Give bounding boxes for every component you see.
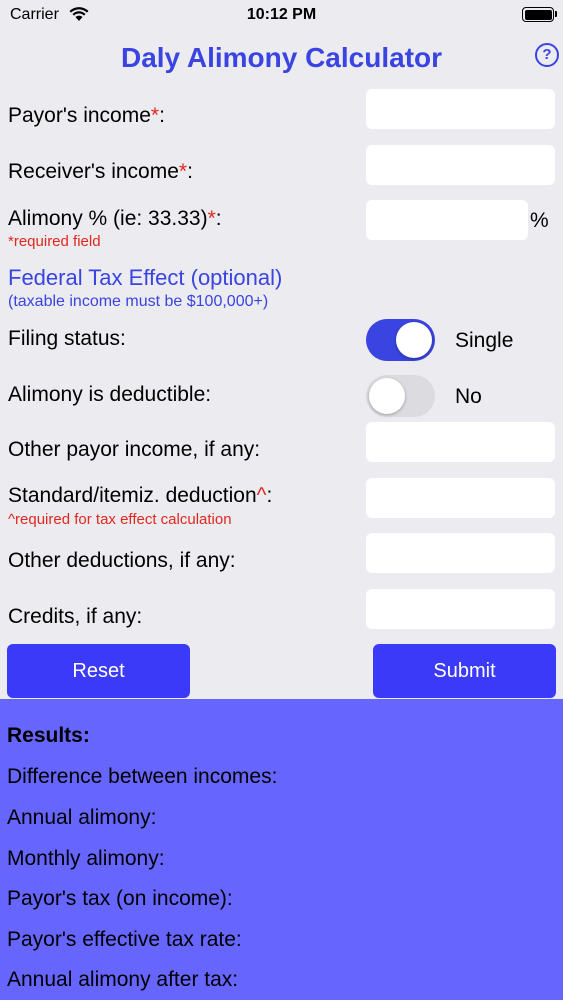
- alimony-deductible-value: No: [455, 385, 482, 408]
- tax-required-note: ^required for tax effect calculation: [8, 511, 232, 528]
- filing-status-value: Single: [455, 329, 514, 352]
- status-bar: Carrier 10:12 PM: [0, 0, 563, 30]
- submit-button[interactable]: Submit: [373, 644, 556, 698]
- result-payor-tax: Payor's tax (on income):: [7, 887, 233, 910]
- results-title: Results:: [7, 724, 90, 747]
- other-payor-income-label: Other payor income, if any:: [8, 438, 261, 461]
- payor-income-label: Payor's income*:: [8, 104, 165, 127]
- federal-tax-title: Federal Tax Effect (optional): [8, 265, 283, 290]
- required-note: *required field: [8, 233, 101, 250]
- result-effective-tax-rate: Payor's effective tax rate:: [7, 928, 242, 951]
- results-panel: Results: Difference between incomes: Ann…: [0, 699, 563, 1000]
- federal-tax-subtitle: (taxable income must be $100,000+): [8, 293, 269, 310]
- result-annual-alimony: Annual alimony:: [7, 806, 157, 829]
- result-alimony-after-tax: Annual alimony after tax:: [7, 968, 239, 991]
- std-deduction-input[interactable]: [366, 478, 555, 518]
- alimony-deductible-label: Alimony is deductible:: [8, 383, 212, 406]
- toggle-knob: [369, 378, 405, 414]
- payor-income-input[interactable]: [366, 89, 555, 129]
- toggle-knob: [396, 322, 432, 358]
- status-time: 10:12 PM: [246, 6, 317, 23]
- receiver-income-label: Receiver's income*:: [8, 160, 193, 183]
- alimony-deductible-toggle[interactable]: [366, 375, 435, 417]
- alimony-pct-input[interactable]: [366, 200, 528, 240]
- other-deductions-label: Other deductions, if any:: [8, 549, 236, 572]
- reset-button[interactable]: Reset: [7, 644, 190, 698]
- battery-icon: [522, 7, 554, 22]
- filing-status-toggle[interactable]: [366, 319, 435, 361]
- receiver-income-input[interactable]: [366, 145, 555, 185]
- result-monthly-alimony: Monthly alimony:: [7, 847, 165, 870]
- credits-label: Credits, if any:: [8, 605, 143, 628]
- filing-status-label: Filing status:: [8, 327, 126, 350]
- battery-tip: [555, 11, 557, 17]
- alimony-pct-label: Alimony % (ie: 33.33)*:: [8, 207, 222, 230]
- help-icon[interactable]: ?: [535, 43, 559, 67]
- percent-unit: %: [530, 209, 549, 232]
- other-deductions-input[interactable]: [366, 533, 555, 573]
- credits-input[interactable]: [366, 589, 555, 629]
- other-payor-income-input[interactable]: [366, 422, 555, 462]
- page-title: Daly Alimony Calculator: [120, 42, 443, 73]
- std-deduction-label: Standard/itemiz. deduction^:: [8, 484, 273, 507]
- result-income-difference: Difference between incomes:: [7, 765, 278, 788]
